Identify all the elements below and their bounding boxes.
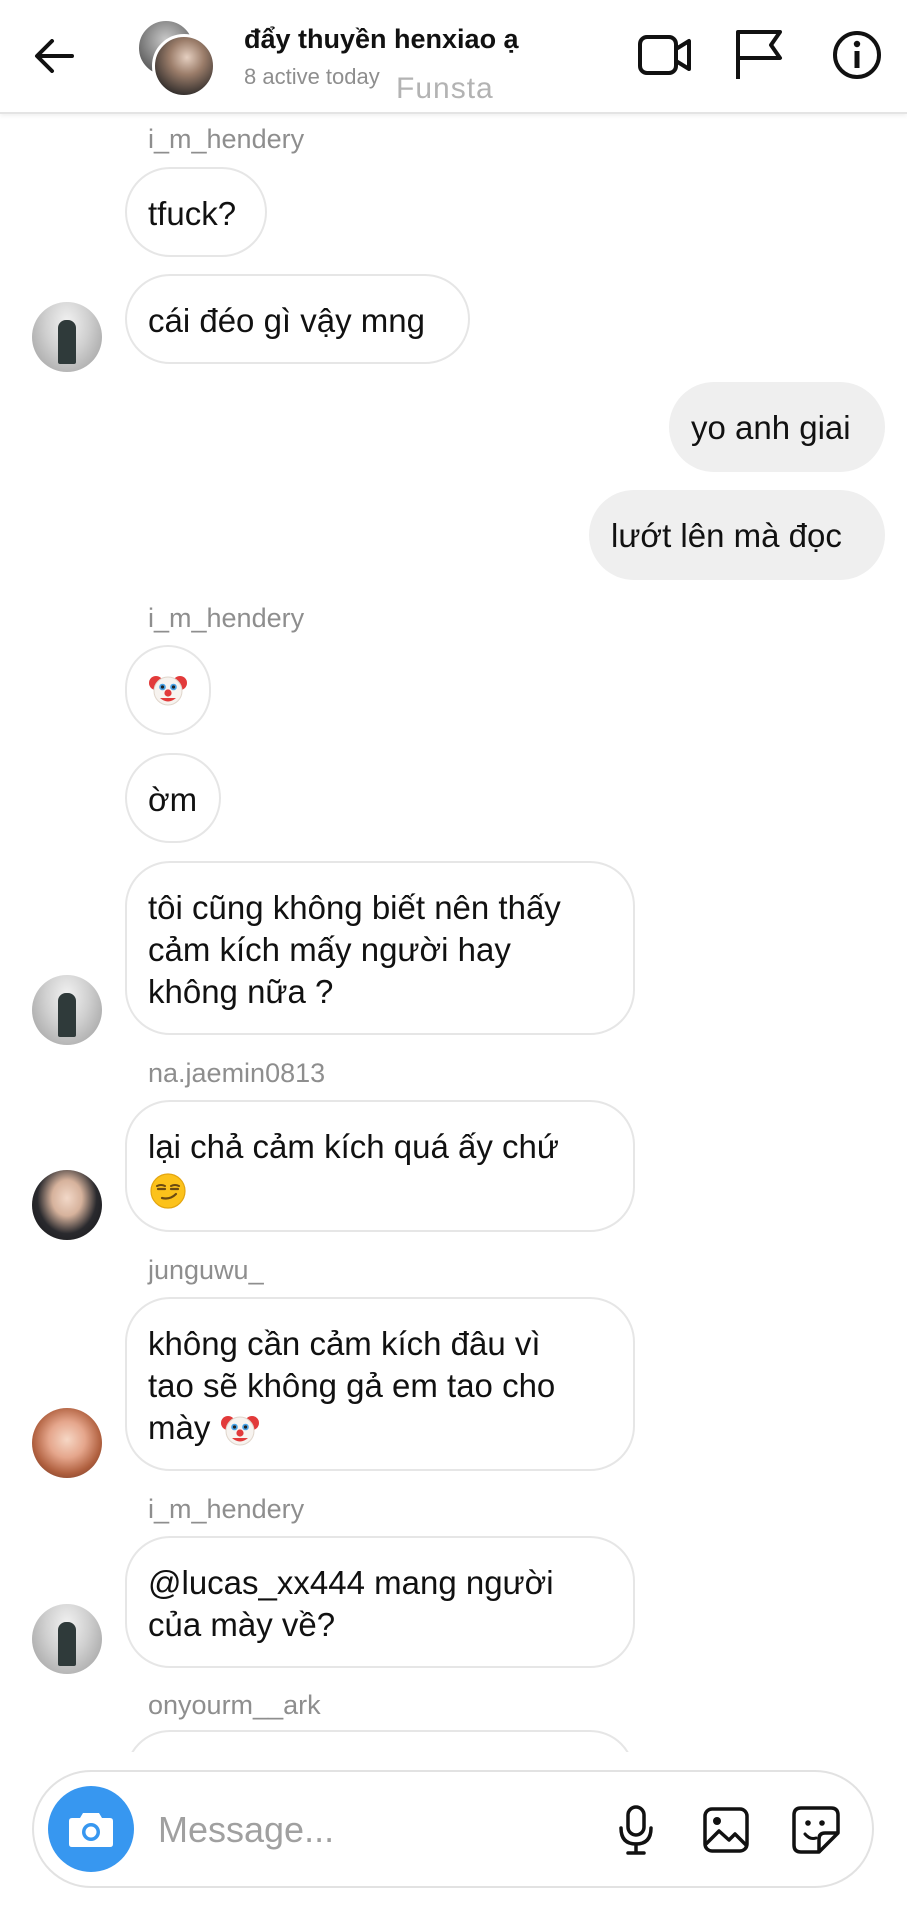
info-icon — [833, 31, 881, 79]
message-text: cái đéo gì vậy mng — [148, 302, 425, 339]
message-bubble[interactable]: không cần cảm kích đâu vì tao sẽ không g… — [125, 1297, 635, 1471]
avatar[interactable] — [32, 302, 102, 372]
avatar[interactable] — [32, 975, 102, 1045]
flag-icon — [736, 30, 782, 79]
avatar[interactable] — [32, 1604, 102, 1674]
sender-name: na.jaemin0813 — [148, 1058, 326, 1088]
message-text: ờm — [148, 781, 198, 818]
message-composer — [32, 1770, 874, 1888]
sticker-button[interactable] — [788, 1802, 844, 1858]
message-text: yo anh giai — [691, 409, 851, 446]
message-text: cảm kích mấy người hay — [148, 931, 511, 968]
avatar[interactable] — [32, 1170, 102, 1240]
chat-title[interactable]: đẩy thuyền henxiao ạ — [244, 24, 519, 55]
group-avatar-member-2 — [152, 34, 216, 98]
message-bubble-outgoing[interactable]: lướt lên mà đọc — [589, 490, 885, 580]
clown-face-icon — [220, 1416, 259, 1446]
back-button[interactable] — [28, 30, 80, 82]
message-text: của mày về? — [148, 1606, 336, 1643]
message-text: tao sẽ không gả em tao cho — [148, 1367, 556, 1404]
smirking-face-icon — [150, 1173, 186, 1209]
back-arrow-icon — [35, 39, 74, 73]
message-bubble[interactable]: tôi cũng không biết nên thấy cảm kích mấ… — [125, 861, 635, 1035]
message-text: không cần cảm kích đâu vì — [148, 1325, 541, 1362]
group-avatar[interactable] — [136, 18, 216, 98]
voice-message-button[interactable] — [608, 1802, 664, 1858]
microphone-icon — [619, 1805, 653, 1855]
message-text: tôi cũng không biết nên thấy — [148, 889, 561, 926]
message-bubble[interactable]: tfuck? — [125, 167, 267, 257]
sender-name: junguwu_ — [148, 1255, 264, 1285]
message-text: lướt lên mà đọc — [611, 517, 842, 554]
message-text: mày — [148, 1409, 211, 1446]
partial-message-clip — [0, 1730, 907, 1752]
video-call-button[interactable] — [636, 26, 694, 84]
message-text: không nữa ? — [148, 973, 334, 1010]
camera-button[interactable] — [48, 1786, 134, 1872]
message-bubble-outgoing[interactable]: yo anh giai — [669, 382, 885, 472]
sender-name: i_m_hendery — [148, 1494, 305, 1524]
message-text: lại chả cảm kích quá ấy chứ — [148, 1128, 559, 1165]
message-bubble[interactable] — [125, 1730, 635, 1752]
message-bubble[interactable] — [125, 645, 211, 735]
sender-name: i_m_hendery — [148, 124, 305, 154]
message-input[interactable] — [158, 1802, 488, 1858]
gallery-icon — [703, 1807, 749, 1853]
message-text: tfuck? — [148, 195, 237, 232]
active-status: 8 active today — [244, 64, 380, 89]
clown-face-icon — [149, 676, 187, 706]
chat-screen: đẩy thuyền henxiao ạ 8 active today Funs… — [0, 0, 907, 1920]
avatar[interactable] — [32, 1408, 102, 1478]
message-bubble[interactable]: lại chả cảm kích quá ấy chứ — [125, 1100, 635, 1232]
sender-name: onyourm__ark — [148, 1690, 321, 1720]
chat-header: đẩy thuyền henxiao ạ 8 active today Funs… — [0, 0, 907, 114]
info-button[interactable] — [828, 26, 886, 84]
sticker-icon — [792, 1806, 840, 1854]
message-bubble[interactable]: ờm — [125, 753, 221, 843]
watermark: Funsta — [396, 72, 494, 105]
video-call-icon — [638, 35, 691, 75]
message-bubble[interactable]: cái đéo gì vậy mng — [125, 274, 470, 364]
message-bubble[interactable]: @lucas_xx444 mang người của mày về? — [125, 1536, 635, 1668]
report-button[interactable] — [730, 26, 788, 84]
message-emoji — [148, 1168, 613, 1211]
sender-name: i_m_hendery — [148, 603, 305, 633]
camera-icon — [69, 1813, 113, 1847]
message-text: @lucas_xx444 mang người — [148, 1564, 554, 1601]
gallery-button[interactable] — [698, 1802, 754, 1858]
